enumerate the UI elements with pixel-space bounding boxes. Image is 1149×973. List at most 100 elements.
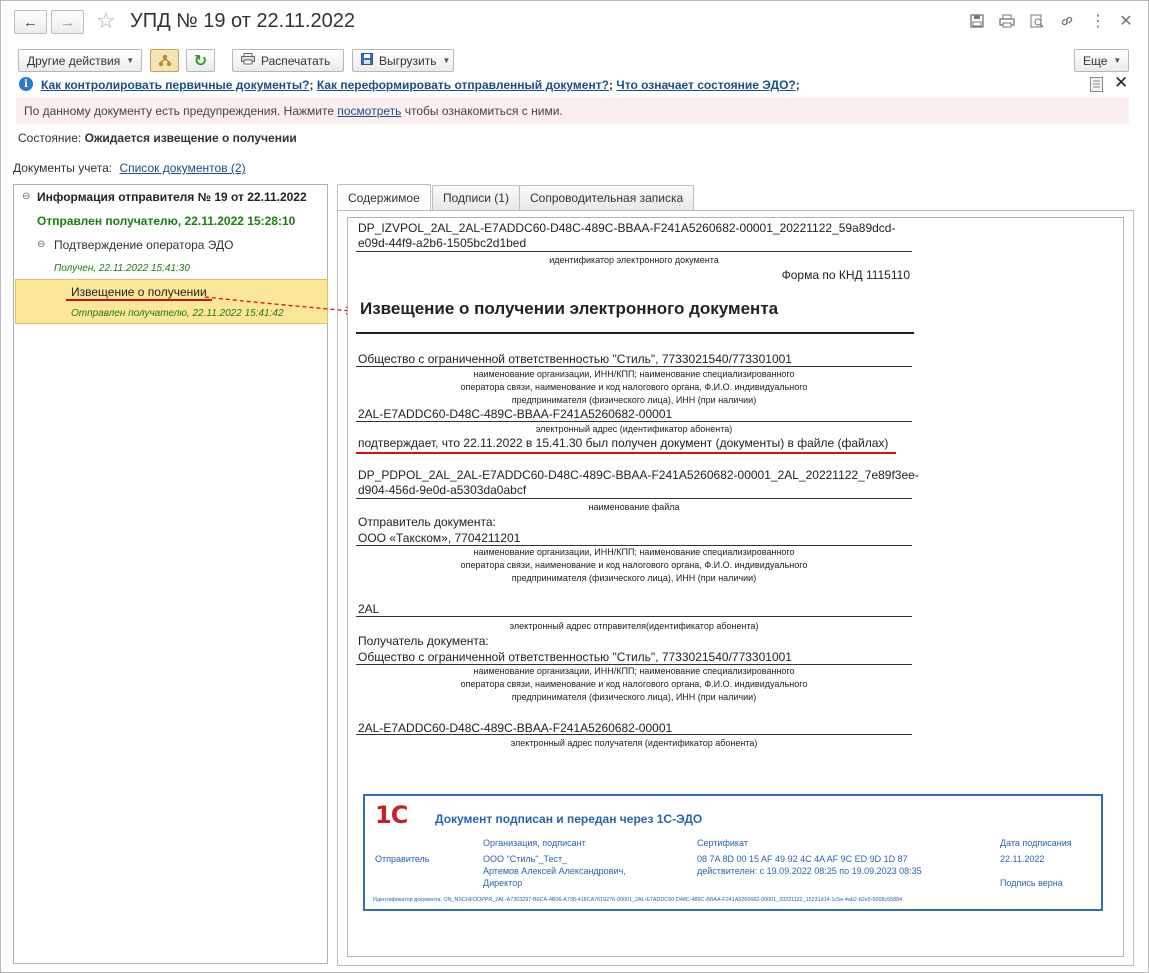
stamp-title: Документ подписан и передан через 1С-ЭДО xyxy=(435,812,703,826)
refresh-button[interactable]: ↻ xyxy=(186,49,215,72)
doc-heading: Извещение о получении электронного докум… xyxy=(360,299,779,318)
doc-sender-caption: оператора связи, наименование и код нало… xyxy=(460,560,808,570)
stamp-cert: 08 7A 8D 00 15 AF 49 92 4C 4A AF 9C ED 9… xyxy=(697,854,908,864)
doc-file-id-2: e09d-44f9-a2b6-1505bc2d1bed xyxy=(358,236,527,250)
doc-file-name-2: d904-456d-9e0d-a5303da0abcf xyxy=(358,483,527,497)
warning-bar: По данному документу есть предупреждения… xyxy=(16,98,1129,124)
accounting-docs-link[interactable]: Список документов (2) xyxy=(119,161,245,175)
print-label: Распечатать xyxy=(261,53,331,68)
signature-stamp: 1С Документ подписан и передан через 1С-… xyxy=(363,794,1103,911)
other-actions-label: Другие действия xyxy=(27,53,121,68)
stamp-col-org: Организация, подписант xyxy=(483,838,586,848)
help-link-control[interactable]: Как контролировать первичные документы? xyxy=(41,78,310,92)
tab-content[interactable]: Содержимое xyxy=(337,184,431,211)
printer-icon xyxy=(241,53,255,68)
close-hint-icon[interactable]: ✕ xyxy=(1114,73,1128,93)
doc-recipient: Общество с ограниченной ответственностью… xyxy=(358,650,792,664)
stamp-col-date: Дата подписания xyxy=(1000,838,1072,848)
more-button[interactable]: Еще ▼ xyxy=(1074,49,1129,72)
doc-address-caption: электронный адрес (идентификатор абонент… xyxy=(535,424,733,434)
doc-divider xyxy=(356,332,914,334)
state-label: Состояние: xyxy=(18,131,82,145)
help-sep: ; xyxy=(309,78,314,92)
tab-signatures[interactable]: Подписи (1) xyxy=(432,185,520,210)
annotation-arrow xyxy=(204,296,356,315)
arrow-right-icon: → xyxy=(60,13,75,31)
warning-text: По данному документу есть предупреждения… xyxy=(24,104,335,118)
tree-selected-item: Извещение о получении xyxy=(71,285,207,299)
doc-recipient-label: Получатель документа: xyxy=(358,634,489,648)
doc-form: Форма по КНД 1115110 xyxy=(781,268,910,282)
doc-sender-caption: предпринимателя (физического лица), ИНН … xyxy=(511,573,757,583)
refresh-icon: ↻ xyxy=(193,52,208,70)
caret-down-icon: ▼ xyxy=(126,56,135,65)
document-icon[interactable] xyxy=(1090,77,1103,95)
stamp-col-cert: Сертификат xyxy=(697,838,748,848)
accounting-label: Документы учета: xyxy=(13,161,113,175)
doc-sender-address-caption: электронный адрес отправителя(идентифика… xyxy=(509,621,759,631)
help-links: Как контролировать первичные документы?;… xyxy=(41,78,800,92)
doc-sender: ООО «Такском», 7704211201 xyxy=(358,531,521,545)
tree-root-item[interactable]: Информация отправителя № 19 от 22.11.202… xyxy=(37,190,307,204)
tree-child-status: Получен, 22.11.2022 15:41:30 xyxy=(54,263,190,274)
warning-view-link[interactable]: посмотреть xyxy=(337,104,401,118)
doc-sender-caption: наименование организации, ИНН/КПП; наиме… xyxy=(473,547,795,557)
state-value: Ожидается извещение о получении xyxy=(84,131,297,145)
state-row: Состояние: Ожидается извещение о получен… xyxy=(18,131,297,145)
collapse-icon[interactable]: ⊖ xyxy=(22,191,30,202)
warning-text-after: чтобы ознакомиться с ними. xyxy=(404,104,563,118)
stamp-cert-validity: действителен: с 19.09.2022 08:25 по 19.0… xyxy=(697,866,922,876)
doc-recipient-address-caption: электронный адрес получателя (идентифика… xyxy=(510,738,758,748)
favorite-star-icon[interactable]: ☆ xyxy=(96,8,116,34)
doc-file-name-caption: наименование файла xyxy=(588,502,680,512)
doc-recipient-caption: оператора связи, наименование и код нало… xyxy=(460,679,808,689)
brand-logo: 1С xyxy=(375,801,408,829)
export-icon xyxy=(361,53,373,68)
help-sep: ; xyxy=(608,78,613,92)
save-icon[interactable] xyxy=(966,10,988,32)
caret-down-icon: ▼ xyxy=(1113,56,1122,65)
stamp-signature-status: Подпись верна xyxy=(1000,878,1063,888)
other-actions-button[interactable]: Другие действия ▼ xyxy=(18,49,142,72)
info-icon: i xyxy=(19,77,33,91)
doc-org-caption: оператора связи, наименование и код нало… xyxy=(460,382,808,392)
help-link-edo-state[interactable]: Что означает состояние ЭДО? xyxy=(616,78,795,92)
doc-file-id: DP_IZVPOL_2AL_2AL-E7ADDC60-D48C-489C-BBA… xyxy=(358,221,896,235)
doc-file-id-caption: идентификатор электронного документа xyxy=(549,255,719,265)
stamp-org: ООО "Стиль"_Тест_ xyxy=(483,854,568,864)
doc-file-name: DP_PDPOL_2AL_2AL-E7ADDC60-D48C-489C-BBAA… xyxy=(358,468,919,482)
stamp-date: 22.11.2022 xyxy=(1000,854,1045,864)
accounting-row: Документы учета: Список документов (2) xyxy=(13,161,246,175)
doc-address: 2AL-E7ADDC60-D48C-489C-BBAA-F241A5260682… xyxy=(358,407,673,421)
export-button[interactable]: Выгрузить ▼ xyxy=(352,49,454,72)
export-label: Выгрузить xyxy=(379,53,437,68)
stamp-signer: Артемов Алексей Александрович, xyxy=(483,866,626,876)
tree-child-item[interactable]: Подтверждение оператора ЭДО xyxy=(54,238,234,252)
doc-org-caption: предпринимателя (физического лица), ИНН … xyxy=(511,395,757,405)
print-button[interactable]: Распечатать xyxy=(232,49,344,72)
preview-icon[interactable] xyxy=(1026,10,1048,32)
document-view: DP_IZVPOL_2AL_2AL-E7ADDC60-D48C-489C-BBA… xyxy=(347,217,1124,957)
close-icon[interactable]: ✕ xyxy=(1115,10,1137,32)
print-icon[interactable] xyxy=(996,10,1018,32)
hierarchy-toggle-button[interactable] xyxy=(150,49,179,72)
collapse-icon[interactable]: ⊖ xyxy=(37,239,45,250)
doc-sender-label: Отправитель документа: xyxy=(358,515,496,529)
forward-button[interactable]: → xyxy=(51,10,84,34)
doc-org-caption: наименование организации, ИНН/КПП; наиме… xyxy=(473,369,795,379)
stamp-position: Директор xyxy=(483,878,523,888)
more-vertical-icon[interactable]: ⋮ xyxy=(1087,10,1109,32)
doc-sender-address: 2AL xyxy=(358,602,380,616)
more-label: Еще xyxy=(1083,53,1108,68)
back-button[interactable]: ← xyxy=(14,10,47,34)
tab-cover-note[interactable]: Сопроводительная записка xyxy=(519,185,695,210)
window-title: УПД № 19 от 22.11.2022 xyxy=(130,10,356,32)
help-sep: ; xyxy=(795,78,800,92)
annotation-underline xyxy=(356,452,896,454)
link-icon[interactable] xyxy=(1056,10,1078,32)
doc-org: Общество с ограниченной ответственностью… xyxy=(358,352,792,366)
doc-recipient-address: 2AL-E7ADDC60-D48C-489C-BBAA-F241A5260682… xyxy=(358,721,673,735)
doc-recipient-caption: предпринимателя (физического лица), ИНН … xyxy=(511,692,757,702)
tree-root-status: Отправлен получателю, 22.11.2022 15:28:1… xyxy=(37,214,296,228)
help-link-reform[interactable]: Как переформировать отправленный докумен… xyxy=(317,78,609,92)
